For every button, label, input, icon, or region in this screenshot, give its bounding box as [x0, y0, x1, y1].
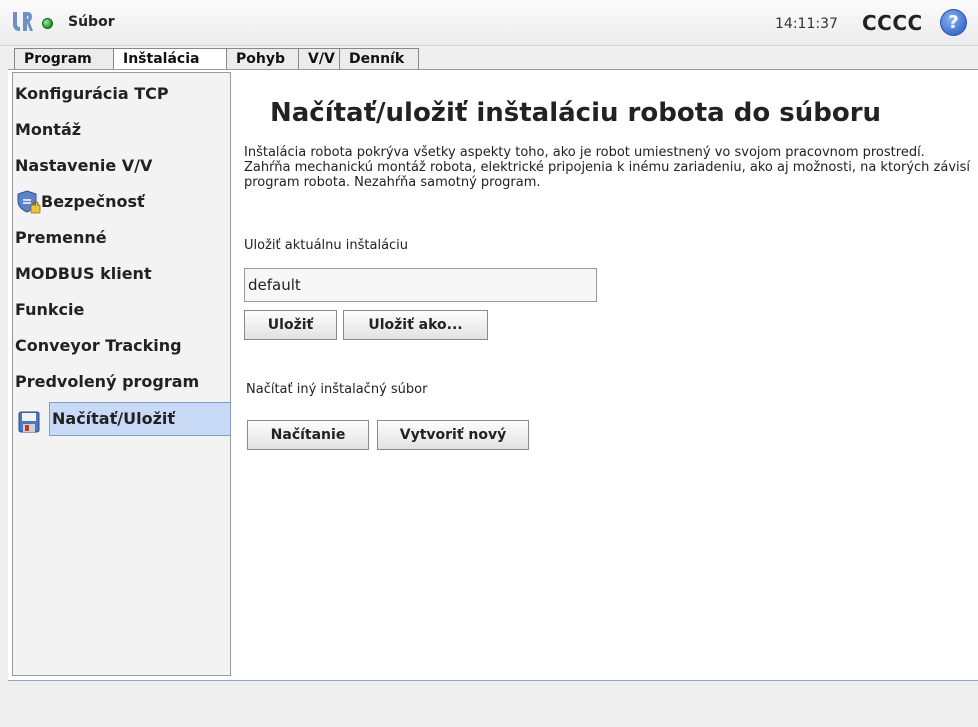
help-icon[interactable]: ? [940, 9, 967, 36]
clock: 14:11:37 [775, 16, 838, 32]
page-title: Načítať/uložiť inštaláciu robota do súbo… [270, 98, 882, 128]
tab-log[interactable]: Denník [339, 48, 419, 70]
sidebar-item-tcp-config[interactable]: Konfigurácia TCP [13, 77, 230, 111]
floppy-disk-icon [18, 411, 40, 433]
file-menu[interactable]: Súbor [68, 14, 115, 30]
create-new-button[interactable]: Vytvoriť nový [377, 420, 529, 450]
sidebar-item-label: Bezpečnosť [41, 192, 145, 211]
tab-program[interactable]: Program [14, 48, 114, 70]
sidebar-item-modbus-client[interactable]: MODBUS klient [13, 257, 230, 291]
filename-input[interactable] [244, 268, 597, 302]
sidebar-item-default-program[interactable]: Predvolený program [13, 365, 230, 399]
shield-lock-icon [17, 190, 41, 214]
save-section-label: Uložiť aktuálnu inštaláciu [244, 238, 409, 253]
status-indicator-icon [42, 18, 53, 29]
ur-logo-icon [13, 12, 33, 31]
sidebar-item-safety[interactable]: Bezpečnosť [13, 185, 230, 219]
sidebar-item-load-save[interactable]: Načítať/Uložiť [49, 402, 231, 436]
load-button[interactable]: Načítanie [247, 420, 369, 450]
tab-move[interactable]: Pohyb [226, 48, 299, 70]
main-panel: Načítať/uložiť inštaláciu robota do súbo… [232, 70, 978, 680]
tab-installation[interactable]: Inštalácia [113, 48, 227, 70]
save-as-button[interactable]: Uložiť ako... [343, 310, 488, 340]
top-bar: Súbor 14:11:37 CCCC ? [0, 0, 978, 46]
robot-name: CCCC [862, 11, 923, 35]
sidebar-item-features[interactable]: Funkcie [13, 293, 230, 327]
save-button[interactable]: Uložiť [244, 310, 337, 340]
tab-io[interactable]: V/V [298, 48, 340, 70]
sidebar-item-variables[interactable]: Premenné [13, 221, 230, 255]
sidebar-item-conveyor-tracking[interactable]: Conveyor Tracking [13, 329, 230, 363]
installation-sidebar: Konfigurácia TCP Montáž Nastavenie V/V B… [12, 72, 231, 676]
sidebar-item-mounting[interactable]: Montáž [13, 113, 230, 147]
sidebar-item-io-setup[interactable]: Nastavenie V/V [13, 149, 230, 183]
description-text: Inštalácia robota pokrýva všetky aspekty… [244, 145, 971, 190]
load-section-label: Načítať iný inštalačný súbor [246, 382, 428, 397]
app-window: Súbor 14:11:37 CCCC ? Program Inštalácia… [0, 0, 978, 727]
main-tabs: Program Inštalácia Pohyb V/V Denník [14, 48, 419, 70]
